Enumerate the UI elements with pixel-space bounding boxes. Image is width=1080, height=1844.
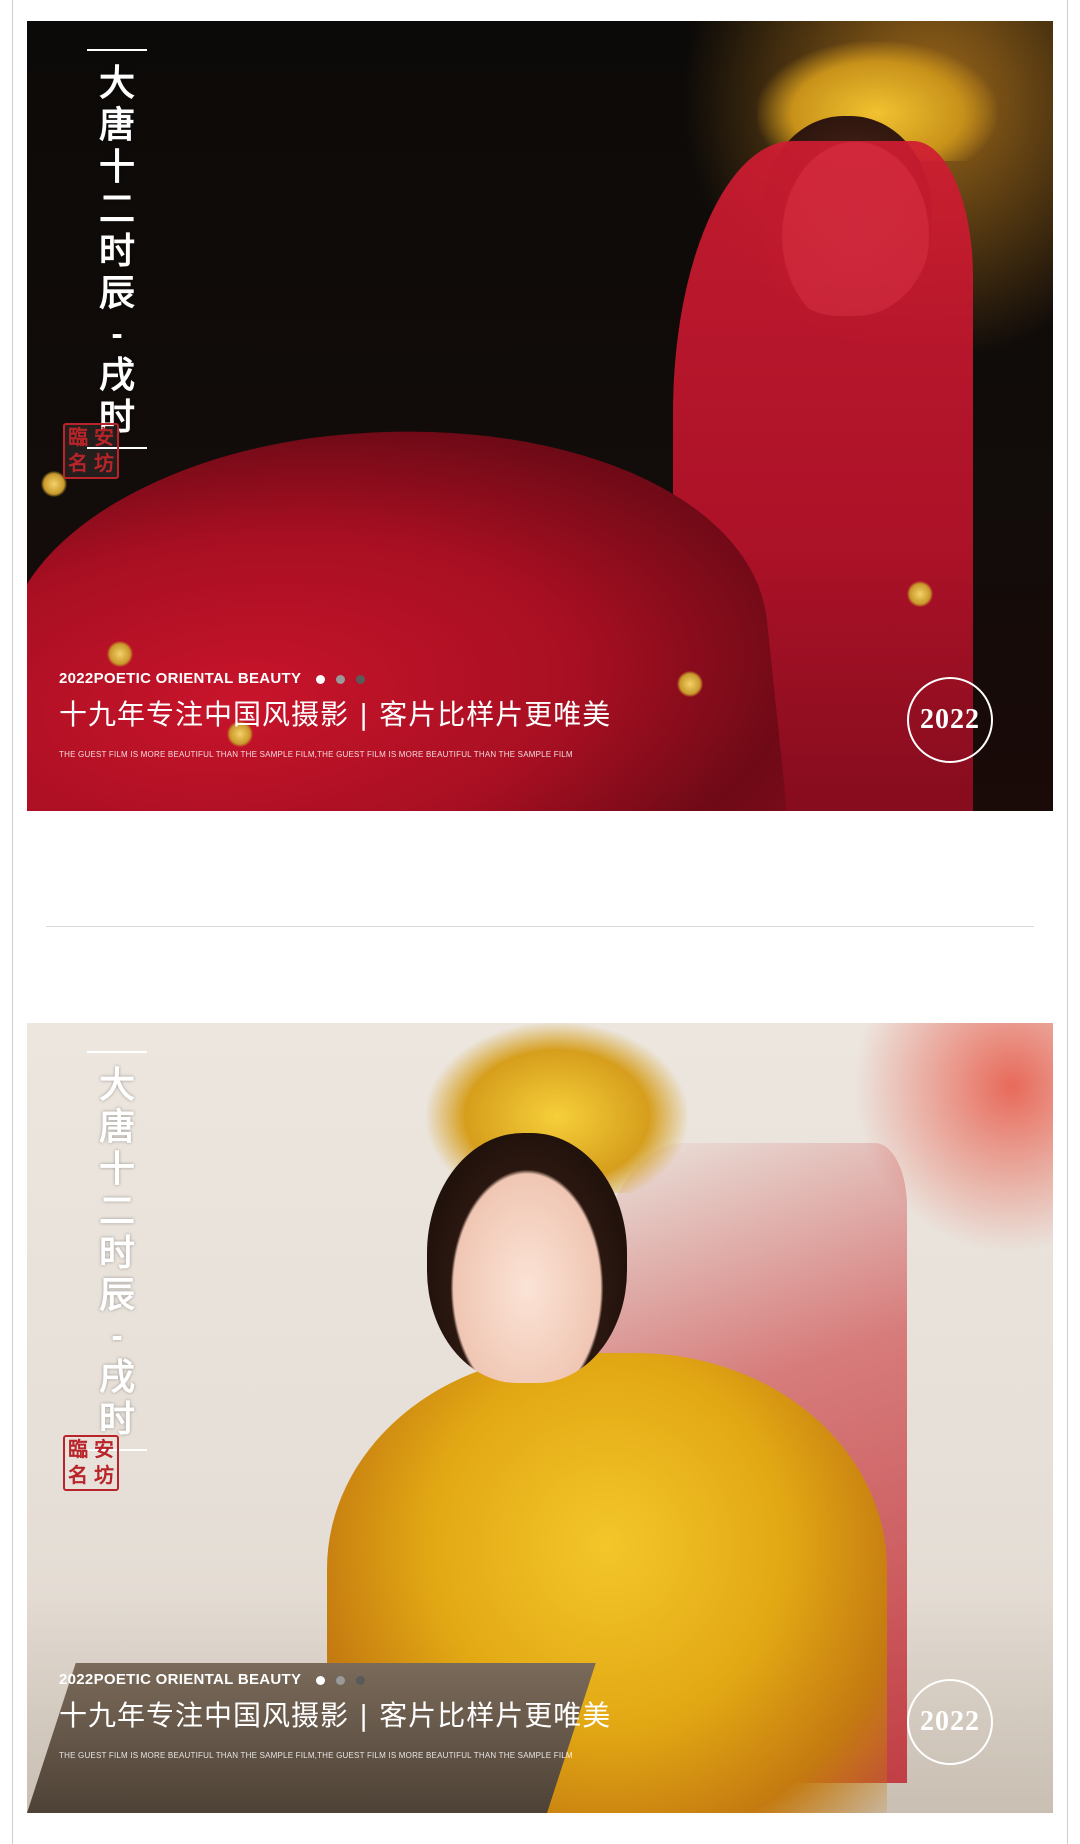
- seal-char: 名: [68, 1463, 88, 1487]
- title-dash: -: [111, 1320, 123, 1353]
- tagline-chinese: 十九年专注中国风摄影 | 客片比样片更唯美: [59, 698, 612, 731]
- seal-char: 安: [94, 425, 114, 449]
- tagline-english: 2022POETIC ORIENTAL BEAUTY: [59, 1671, 372, 1689]
- title-char: 大: [98, 1065, 135, 1106]
- pagination-dots: [315, 1672, 373, 1689]
- year-badge: 2022: [907, 677, 993, 763]
- tagline-small-english: THE GUEST FILM IS MORE BEAUTIFUL THAN TH…: [59, 750, 573, 759]
- section-divider: [46, 926, 1034, 927]
- gold-motif: [907, 581, 933, 607]
- title-char: 辰: [98, 1275, 135, 1316]
- tagline-english-text: 2022POETIC ORIENTAL BEAUTY: [59, 1671, 302, 1688]
- pagination-dots: [315, 671, 373, 688]
- red-seal-stamp: 臨 安 名 坊: [63, 423, 119, 479]
- seal-char: 臨: [68, 425, 88, 449]
- title-char: 十: [98, 147, 135, 188]
- vertical-title: 大 唐 十 二 时 辰 - 戌 时: [87, 1051, 147, 1451]
- photo-card-1: 大 唐 十 二 时 辰 - 戌 时 臨 安 名 坊 2022POETIC ORI…: [27, 21, 1053, 811]
- model-portrait-image: [427, 1133, 627, 1383]
- tagline-english-text: 2022POETIC ORIENTAL BEAUTY: [59, 670, 302, 687]
- seal-char: 名: [68, 451, 88, 475]
- title-char: 大: [98, 63, 135, 104]
- seal-char: 坊: [94, 1463, 114, 1487]
- title-char: 十: [98, 1149, 135, 1190]
- seal-char: 坊: [94, 451, 114, 475]
- dot-icon: [335, 1675, 345, 1685]
- title-char: 戌: [98, 1357, 135, 1398]
- gold-motif: [677, 671, 703, 697]
- seal-char: 安: [94, 1437, 114, 1461]
- title-char: 唐: [98, 1107, 135, 1148]
- tagline-english: 2022POETIC ORIENTAL BEAUTY: [59, 670, 372, 688]
- dot-icon: [335, 674, 345, 684]
- title-dash: -: [111, 318, 123, 351]
- title-char: 辰: [98, 273, 135, 314]
- frame-left-line: [12, 0, 13, 1844]
- gold-motif: [107, 641, 133, 667]
- photo-card-2: 大 唐 十 二 时 辰 - 戌 时 臨 安 名 坊 2022POETIC ORI…: [27, 1023, 1053, 1813]
- title-char: 二: [98, 189, 135, 230]
- seal-char: 臨: [68, 1437, 88, 1461]
- red-seal-stamp: 臨 安 名 坊: [63, 1435, 119, 1491]
- tagline-small-english: THE GUEST FILM IS MORE BEAUTIFUL THAN TH…: [59, 1751, 573, 1760]
- title-char: 唐: [98, 105, 135, 146]
- vertical-title: 大 唐 十 二 时 辰 - 戌 时: [87, 49, 147, 449]
- frame-right-line: [1067, 0, 1068, 1844]
- title-char: 二: [98, 1191, 135, 1232]
- year-badge: 2022: [907, 1679, 993, 1765]
- title-char: 戌: [98, 355, 135, 396]
- dot-icon: [315, 1675, 325, 1685]
- title-char: 时: [98, 231, 135, 272]
- dot-icon: [356, 674, 366, 684]
- dot-icon: [356, 1675, 366, 1685]
- dot-icon: [315, 674, 325, 684]
- tagline-chinese: 十九年专注中国风摄影 | 客片比样片更唯美: [59, 1699, 612, 1732]
- title-char: 时: [98, 1233, 135, 1274]
